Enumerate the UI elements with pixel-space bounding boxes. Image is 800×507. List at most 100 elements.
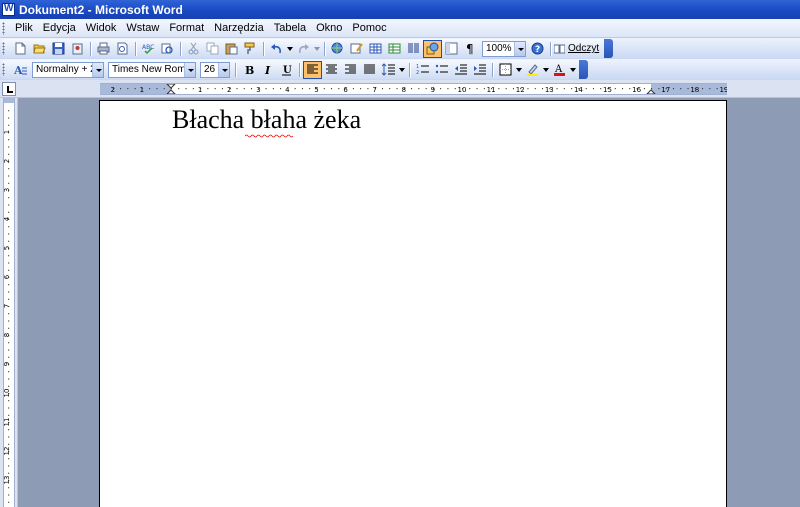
justify-button[interactable] (360, 61, 379, 79)
toolbar-grip-handle[interactable] (2, 42, 5, 55)
help-button[interactable]: ? (528, 40, 547, 58)
horizontal-ruler[interactable]: 2 1 1 2 3 4 5 6 7 8 9 10 11 12 13 14 15 16 17 18 19 (100, 83, 727, 95)
menu-table[interactable]: Tabela (270, 22, 310, 34)
document-map-button[interactable] (442, 40, 461, 58)
ruler-tick (316, 88, 318, 90)
vruler-tick (8, 211, 10, 213)
ruler-label: 2 (111, 86, 115, 94)
line-spacing-button[interactable] (379, 61, 398, 79)
increase-indent-button[interactable] (470, 61, 489, 79)
svg-text:A: A (14, 64, 23, 76)
align-center-button[interactable] (322, 61, 341, 79)
tab-selector-button[interactable] (2, 82, 16, 96)
toolbar-options-button[interactable] (604, 39, 613, 58)
chevron-down-icon[interactable] (218, 62, 229, 77)
ruler-tick (338, 88, 340, 90)
open-button[interactable] (30, 40, 49, 58)
new-document-button[interactable] (11, 40, 30, 58)
bold-button[interactable]: B (239, 61, 258, 79)
insert-excel-button[interactable] (385, 40, 404, 58)
decrease-indent-icon (455, 64, 467, 75)
font-color-button[interactable]: A (550, 61, 569, 79)
ruler-tick (352, 88, 354, 90)
menu-grip-handle[interactable] (2, 21, 5, 35)
right-indent-marker[interactable] (646, 89, 656, 94)
format-painter-button[interactable] (241, 40, 260, 58)
toolbar-grip-handle[interactable] (2, 63, 5, 76)
vruler-tick (8, 429, 10, 431)
align-right-button[interactable] (341, 61, 360, 79)
menu-file[interactable]: Plik (11, 22, 37, 34)
ruler-tick (287, 88, 289, 90)
border-dropdown[interactable] (515, 61, 523, 79)
highlight-button[interactable] (523, 61, 542, 79)
vruler-tick (8, 269, 10, 271)
print-button[interactable] (94, 40, 113, 58)
toolbar-options-button[interactable] (579, 60, 588, 79)
menu-tools[interactable]: Narzędzia (210, 22, 268, 34)
drawing-button[interactable] (423, 39, 442, 58)
word-app-icon[interactable] (2, 3, 15, 16)
document-text[interactable]: Błacha błaha żeka (172, 105, 361, 135)
paste-button[interactable] (222, 40, 241, 58)
menu-insert[interactable]: Wstaw (122, 22, 163, 34)
columns-button[interactable] (404, 40, 423, 58)
align-left-button[interactable] (303, 60, 322, 79)
highlight-dropdown[interactable] (542, 61, 550, 79)
spelling-button[interactable]: ABC (139, 40, 158, 58)
menu-help[interactable]: Pomoc (348, 22, 390, 34)
copy-icon (206, 42, 219, 55)
menu-window[interactable]: Okno (312, 22, 346, 34)
vruler-tick (8, 480, 10, 481)
tables-borders-button[interactable] (347, 40, 366, 58)
copy-button[interactable] (203, 40, 222, 58)
underline-button[interactable]: U (277, 61, 296, 79)
insert-table-button[interactable] (366, 40, 385, 58)
print-preview-button[interactable] (113, 40, 132, 58)
ruler-tick (585, 88, 587, 90)
zoom-combo[interactable]: 100% (482, 40, 526, 57)
pilcrow-icon: ¶ (466, 42, 474, 55)
chevron-down-icon (516, 67, 522, 72)
font-combo[interactable]: Times New Roman (108, 61, 196, 78)
redo-button[interactable] (294, 40, 313, 58)
font-color-dropdown[interactable] (569, 61, 577, 79)
save-button[interactable] (49, 40, 68, 58)
ruler-label: 13 (545, 86, 554, 94)
chevron-down-icon[interactable] (184, 62, 195, 77)
align-left-icon (307, 64, 318, 74)
permission-button[interactable] (68, 40, 87, 58)
vertical-ruler[interactable]: 12345678910111213 (0, 98, 18, 507)
cut-button[interactable] (184, 40, 203, 58)
undo-button[interactable] (267, 40, 286, 58)
menu-format[interactable]: Format (165, 22, 208, 34)
chevron-down-icon (570, 67, 576, 72)
redo-dropdown[interactable] (313, 40, 321, 58)
menu-view[interactable]: Widok (82, 22, 121, 34)
outside-border-button[interactable] (496, 61, 515, 79)
italic-button[interactable]: I (258, 61, 277, 79)
chevron-down-icon[interactable] (514, 41, 525, 56)
font-size-combo[interactable]: 26 (200, 61, 230, 78)
style-combo[interactable]: Normalny + 26 (32, 61, 104, 78)
reading-layout-button[interactable]: Odczyt (554, 40, 602, 58)
line-spacing-dropdown[interactable] (398, 61, 406, 79)
toolbar-separator (550, 41, 551, 56)
research-button[interactable] (158, 40, 177, 58)
show-hide-button[interactable]: ¶ (461, 40, 480, 58)
chevron-down-icon[interactable] (92, 62, 103, 77)
open-book-icon (554, 44, 565, 53)
styles-formatting-button[interactable]: A (11, 61, 30, 79)
insert-hyperlink-button[interactable] (328, 40, 347, 58)
ruler-tick (527, 88, 529, 90)
line-spacing-icon (382, 63, 395, 76)
document-page[interactable]: Błacha błaha żeka (99, 100, 727, 507)
vruler-tick (8, 255, 10, 257)
undo-dropdown[interactable] (286, 40, 294, 58)
decrease-indent-button[interactable] (451, 61, 470, 79)
ruler-label: 6 (343, 86, 348, 94)
numbering-button[interactable]: 12 (413, 61, 432, 79)
bullets-button[interactable] (432, 61, 451, 79)
svg-text:¶: ¶ (466, 42, 474, 55)
menu-edit[interactable]: Edycja (39, 22, 80, 34)
